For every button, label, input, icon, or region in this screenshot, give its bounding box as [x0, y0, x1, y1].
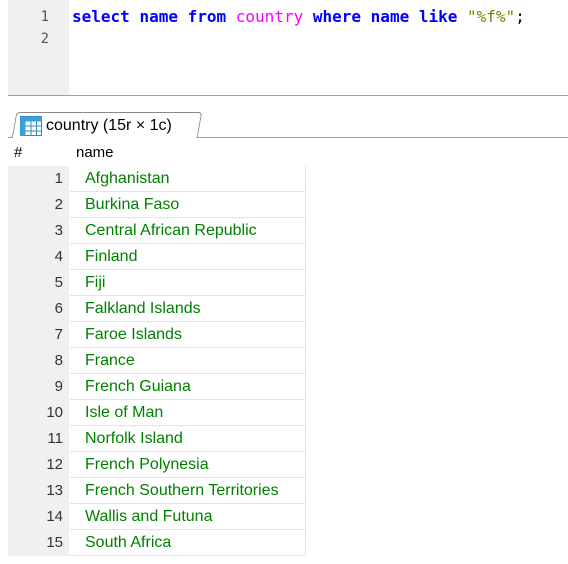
sql-token: where — [312, 7, 362, 26]
results-tab[interactable]: country (15r × 1c) — [20, 113, 172, 138]
editor-gutter: 1 2 — [8, 0, 69, 95]
sql-editor[interactable]: 1 2 select name from country where name … — [0, 0, 568, 95]
cell-name[interactable]: Afghanistan — [70, 166, 306, 192]
sql-token: name — [139, 7, 178, 26]
code-line-1[interactable]: select name from country where name like… — [72, 6, 525, 28]
table-row[interactable]: 2 Burkina Faso — [0, 192, 568, 218]
line-number: 1 — [40, 9, 49, 25]
cell-name[interactable]: Burkina Faso — [70, 192, 306, 218]
sql-token: from — [187, 7, 227, 26]
cell-name[interactable]: French Polynesia — [70, 452, 306, 478]
table-row[interactable]: 15 South Africa — [0, 530, 568, 556]
row-number[interactable]: 10 — [8, 400, 69, 426]
cell-name[interactable]: France — [70, 348, 306, 374]
table-row[interactable]: 8 France — [0, 348, 568, 374]
table-row[interactable]: 10 Isle of Man — [0, 400, 568, 426]
results-tab-label: country (15r × 1c) — [46, 116, 172, 134]
line-number: 2 — [40, 31, 49, 47]
column-header-name[interactable]: name — [70, 139, 306, 166]
table-row[interactable]: 11 Norfolk Island — [0, 426, 568, 452]
sql-token: like — [418, 7, 458, 26]
row-number[interactable]: 3 — [8, 218, 69, 244]
table-row[interactable]: 4 Finland — [0, 244, 568, 270]
row-number[interactable]: 12 — [8, 452, 69, 478]
sql-token: select — [72, 7, 130, 26]
sql-token: name — [370, 7, 410, 26]
row-number[interactable]: 14 — [8, 504, 69, 530]
table-row[interactable]: 1 Afghanistan — [0, 166, 568, 192]
cell-name[interactable]: Fiji — [70, 270, 306, 296]
row-number[interactable]: 5 — [8, 270, 69, 296]
row-number[interactable]: 1 — [8, 166, 69, 192]
row-number[interactable]: 7 — [8, 322, 69, 348]
sql-token: "%f%" — [467, 7, 516, 26]
cell-name[interactable]: Faroe Islands — [70, 322, 306, 348]
row-number[interactable]: 9 — [8, 374, 69, 400]
cell-name[interactable]: French Guiana — [70, 374, 306, 400]
cell-name[interactable]: Falkland Islands — [70, 296, 306, 322]
row-number[interactable]: 8 — [8, 348, 69, 374]
table-row[interactable]: 7 Faroe Islands — [0, 322, 568, 348]
cell-name[interactable]: Wallis and Futuna — [70, 504, 306, 530]
row-number[interactable]: 13 — [8, 478, 69, 504]
cell-name[interactable]: Finland — [70, 244, 306, 270]
cell-name[interactable]: South Africa — [70, 530, 306, 556]
row-number[interactable]: 2 — [8, 192, 69, 218]
cell-name[interactable]: Isle of Man — [70, 400, 306, 426]
grid-header-row: # name — [0, 139, 568, 166]
cell-name[interactable]: Norfolk Island — [70, 426, 306, 452]
row-number[interactable]: 11 — [8, 426, 69, 452]
row-number-header[interactable]: # — [8, 139, 69, 166]
row-number[interactable]: 6 — [8, 296, 69, 322]
table-row[interactable]: 14 Wallis and Futuna — [0, 504, 568, 530]
table-row[interactable]: 12 French Polynesia — [0, 452, 568, 478]
cell-name[interactable]: French Southern Territories — [70, 478, 306, 504]
table-row[interactable]: 6 Falkland Islands — [0, 296, 568, 322]
grid-table-icon — [20, 115, 42, 136]
table-row[interactable]: 9 French Guiana — [0, 374, 568, 400]
table-row[interactable]: 3 Central African Republic — [0, 218, 568, 244]
row-number[interactable]: 15 — [8, 530, 69, 556]
table-row[interactable]: 5 Fiji — [0, 270, 568, 296]
row-number[interactable]: 4 — [8, 244, 69, 270]
table-row[interactable]: 13 French Southern Territories — [0, 478, 568, 504]
cell-name[interactable]: Central African Republic — [70, 218, 306, 244]
sql-token: ; — [515, 7, 525, 26]
sql-token: country — [235, 7, 304, 26]
